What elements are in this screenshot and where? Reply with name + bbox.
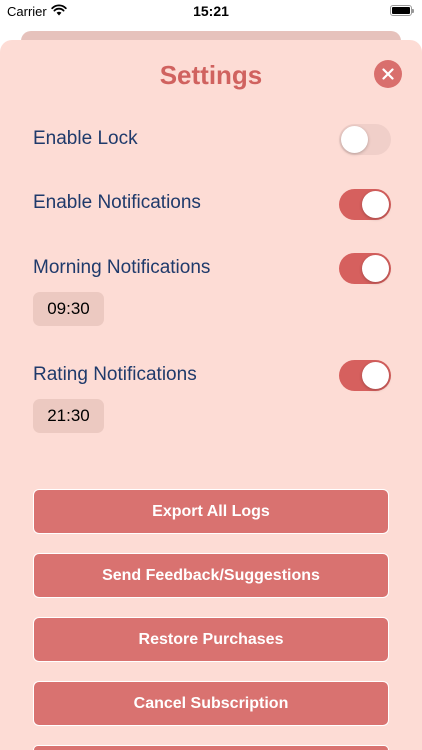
toggle-knob xyxy=(362,255,389,282)
enable-lock-toggle[interactable] xyxy=(339,124,391,155)
export-logs-button[interactable]: Export All Logs xyxy=(33,489,389,534)
battery-icon xyxy=(390,5,414,16)
close-button[interactable] xyxy=(374,60,402,88)
toggle-knob xyxy=(341,126,368,153)
morning-notifications-toggle[interactable] xyxy=(339,253,391,284)
next-action-button-partial[interactable] xyxy=(33,745,389,750)
toggle-knob xyxy=(362,362,389,389)
status-bar: Carrier 15:21 xyxy=(0,0,422,24)
page-title: Settings xyxy=(159,60,263,90)
close-icon xyxy=(382,68,394,80)
morning-time-picker[interactable]: 09:30 xyxy=(33,292,104,326)
rating-time-picker[interactable]: 21:30 xyxy=(33,399,104,433)
morning-notifications-label: Morning Notifications xyxy=(33,257,211,278)
toggle-knob xyxy=(362,191,389,218)
enable-notifications-toggle[interactable] xyxy=(339,189,391,220)
enable-notifications-label: Enable Notifications xyxy=(33,192,201,213)
rating-notifications-toggle[interactable] xyxy=(339,360,391,391)
cancel-subscription-button[interactable]: Cancel Subscription xyxy=(33,681,389,726)
send-feedback-button[interactable]: Send Feedback/Suggestions xyxy=(33,553,389,598)
status-time: 15:21 xyxy=(193,3,229,19)
enable-lock-label: Enable Lock xyxy=(33,128,138,149)
rating-notifications-label: Rating Notifications xyxy=(33,364,197,385)
restore-purchases-button[interactable]: Restore Purchases xyxy=(33,617,389,662)
